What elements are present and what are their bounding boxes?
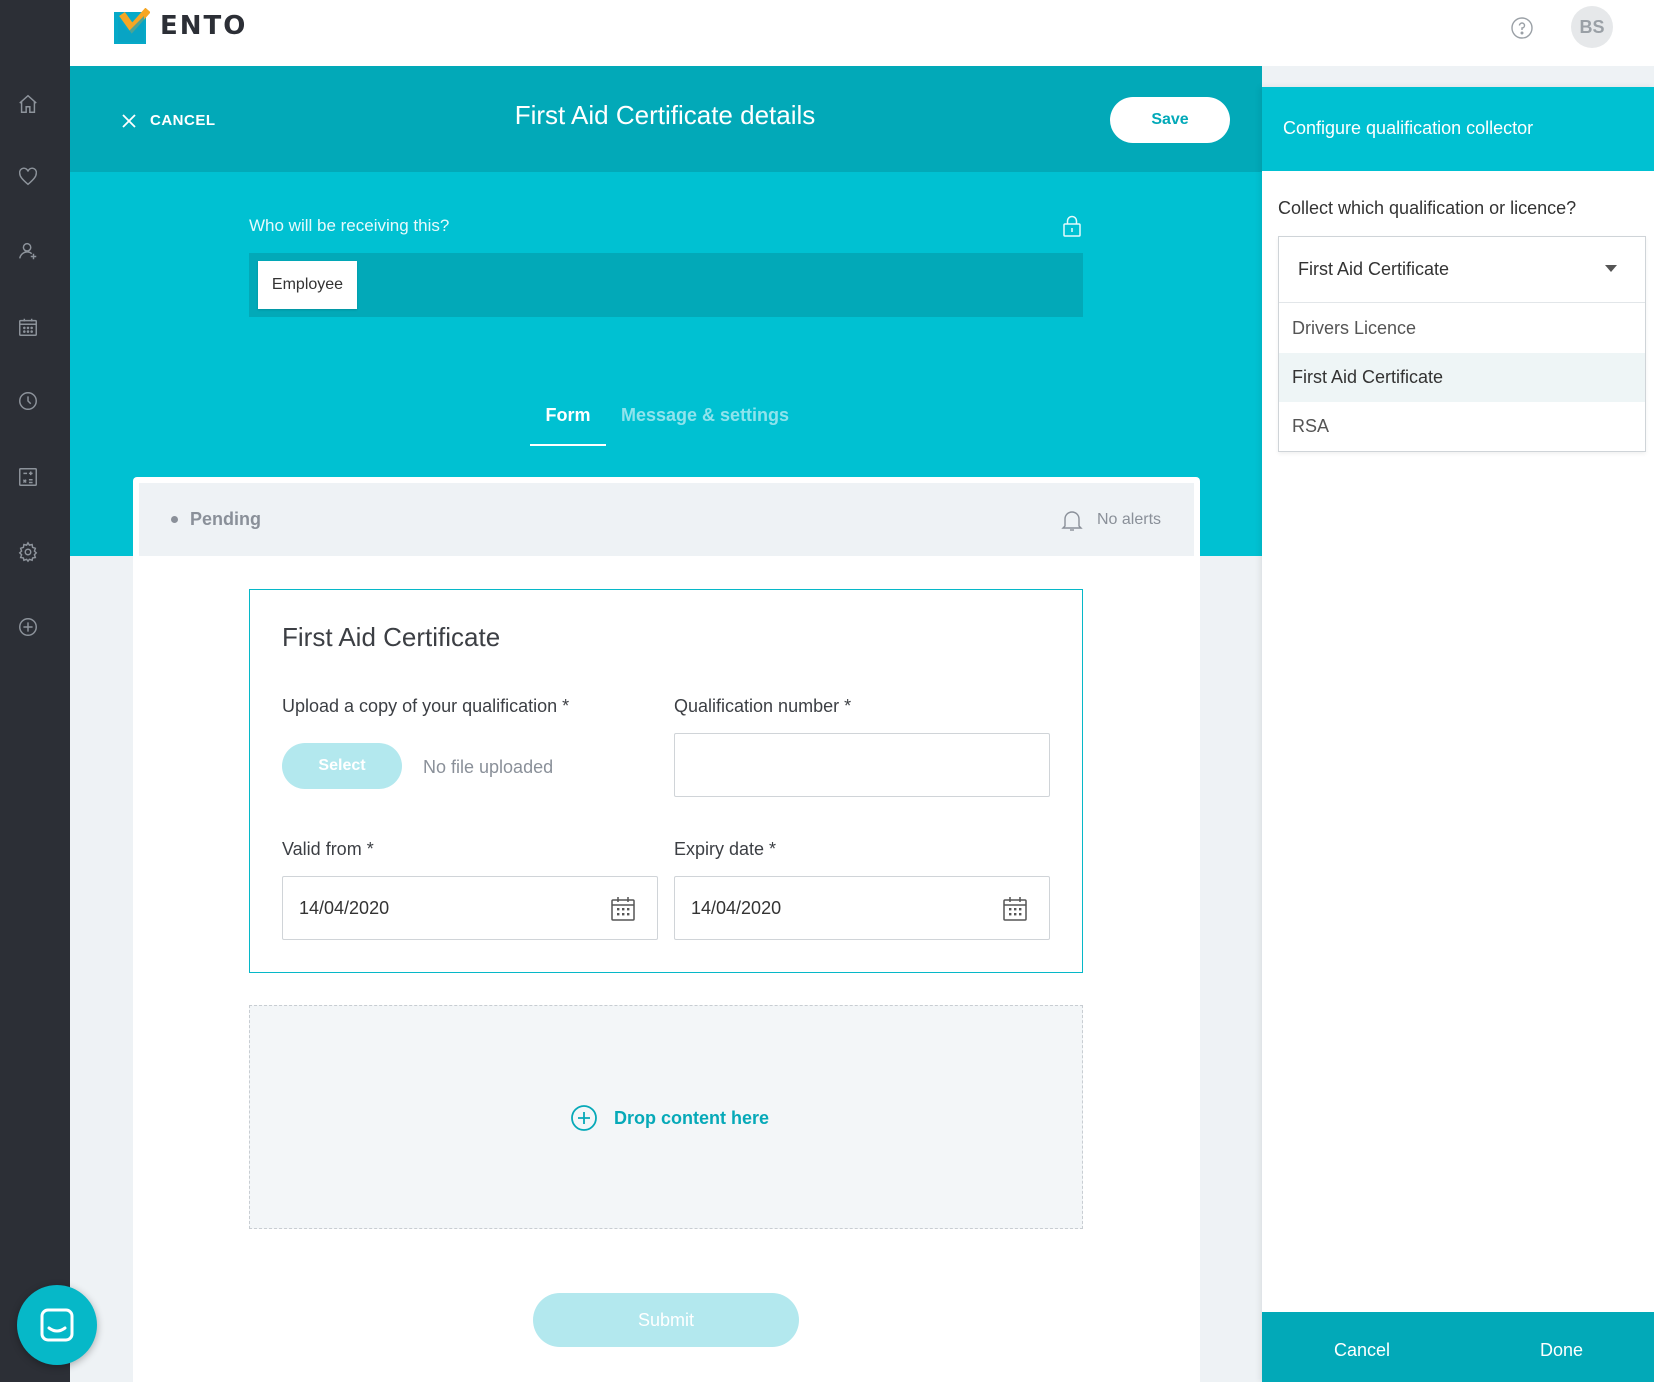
left-nav [0,0,70,1382]
submit-button[interactable]: Submit [533,1293,799,1347]
no-file-text: No file uploaded [423,757,554,777]
config-panel-title: Configure qualification collector [1283,118,1534,138]
qualification-number-input[interactable] [674,733,1050,797]
status-label: Pending [190,509,261,529]
top-bar: ENTO BS [70,0,1654,66]
valid-from-label: Valid from * [282,839,374,859]
cancel-link[interactable]: CANCEL [122,112,216,129]
config-panel-footer [1262,1312,1654,1382]
chat-icon [40,1308,74,1342]
bell-icon [1061,511,1083,531]
close-icon [122,113,136,128]
plus-circle-icon [571,1105,597,1131]
status-bar [139,483,1194,556]
expiry-date-value: 14/04/2020 [691,897,782,918]
calendar-picker-icon[interactable] [610,896,636,922]
qualification-title: First Aid Certificate [282,622,501,652]
save-button[interactable]: Save [1110,97,1230,143]
dropdown-option-rsa[interactable]: RSA [1279,402,1645,451]
heart-icon[interactable] [17,166,39,188]
brand-logo[interactable]: ENTO [114,8,247,44]
user-add-icon[interactable] [17,240,39,262]
expiry-date-label: Expiry date * [674,839,777,859]
qualification-number-label: Qualification number * [674,696,852,716]
recipient-chip-employee[interactable]: Employee [258,261,357,309]
calculator-icon[interactable] [17,466,39,488]
panel-cancel-button[interactable]: Cancel [1334,1340,1390,1361]
dropdown-option-drivers-licence[interactable]: Drivers Licence [1279,304,1645,353]
expiry-date-input[interactable]: 14/04/2020 [674,876,1050,940]
alerts-indicator[interactable]: No alerts [1061,508,1161,532]
chat-launcher-button[interactable] [17,1285,97,1365]
dropdown-selected-label: First Aid Certificate [1298,259,1450,279]
calendar-icon[interactable] [17,316,39,338]
drop-content-target[interactable]: Drop content here [570,1104,769,1132]
plus-circle-icon[interactable] [17,616,39,638]
panel-done-button[interactable]: Done [1540,1340,1583,1361]
home-icon[interactable] [17,93,39,115]
valid-from-value: 14/04/2020 [299,897,390,918]
collect-question-label: Collect which qualification or licence? [1278,198,1577,218]
lock-icon [1061,214,1083,238]
alerts-label: No alerts [1097,511,1162,528]
status-indicator: Pending [171,509,261,530]
calendar-picker-icon[interactable] [1002,896,1028,922]
ento-logo-icon [114,8,150,44]
drop-content-label: Drop content here [614,1107,770,1128]
tab-form[interactable]: Form [530,405,606,446]
chevron-down-icon[interactable] [1605,265,1617,272]
help-icon[interactable] [1510,16,1534,40]
status-dot [171,516,178,523]
recipient-label: Who will be receiving this? [249,216,450,235]
valid-from-input[interactable]: 14/04/2020 [282,876,658,940]
cancel-label: CANCEL [150,112,216,129]
upload-label: Upload a copy of your qualification * [282,696,570,716]
dropdown-selected-value[interactable]: First Aid Certificate [1279,237,1645,303]
brand-name: ENTO [160,11,248,41]
avatar[interactable]: BS [1571,6,1613,48]
select-file-button[interactable]: Select [282,743,402,789]
clock-icon[interactable] [17,390,39,412]
gear-icon[interactable] [17,541,39,563]
page-title: First Aid Certificate details [514,100,816,130]
dropdown-option-first-aid-certificate[interactable]: First Aid Certificate [1279,353,1645,402]
tab-message-settings[interactable]: Message & settings [621,405,789,426]
recipient-field[interactable] [249,253,1083,317]
